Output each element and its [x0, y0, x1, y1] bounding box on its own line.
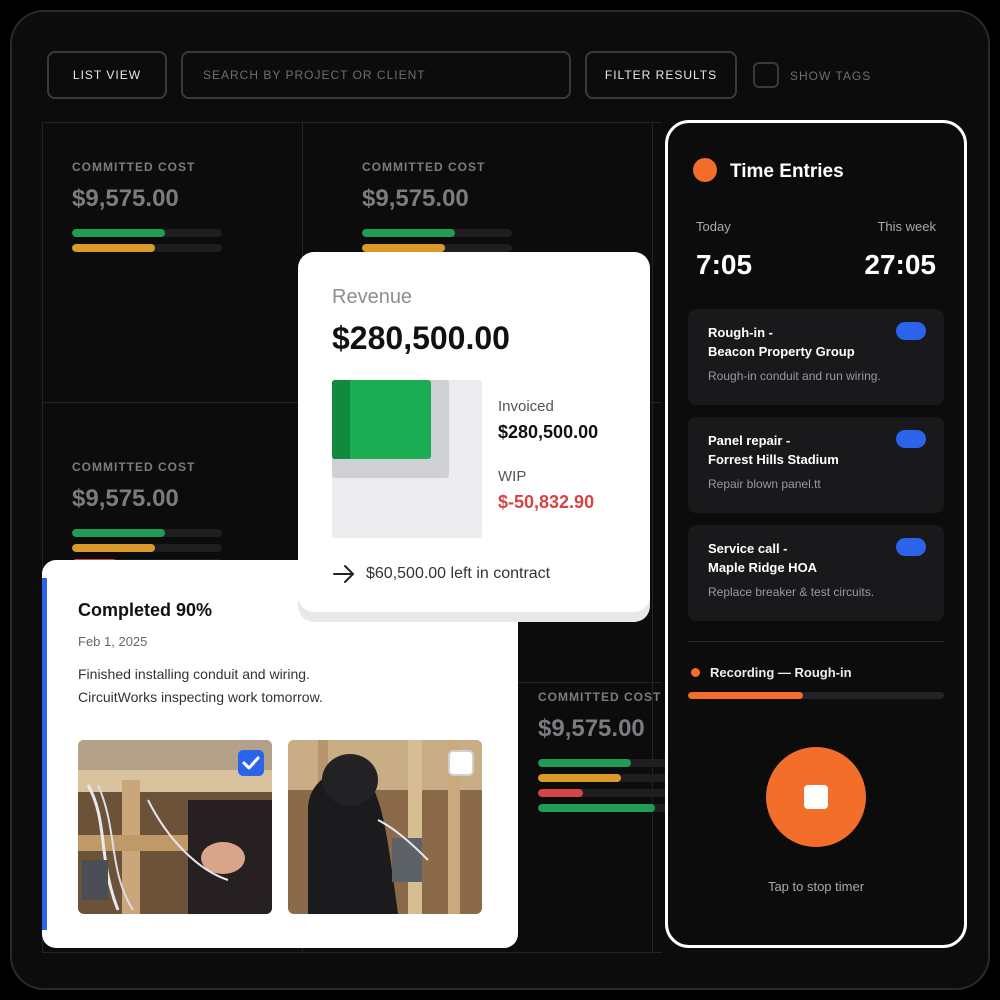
revenue-card[interactable]: Revenue $280,500.00 Invoiced $280,500.00… — [298, 252, 650, 612]
entry-description: Rough-in conduit and run wiring. — [708, 369, 881, 383]
cost-progress-bar — [72, 529, 222, 537]
list-view-label: LIST VIEW — [72, 68, 142, 82]
divider — [688, 641, 944, 642]
entry-type: Panel repair - — [708, 433, 791, 448]
week-total: 27:05 — [864, 249, 936, 280]
invoiced-value: $280,500.00 — [498, 422, 599, 442]
cost-progress-bar — [362, 244, 512, 252]
revenue-title: Revenue — [332, 286, 413, 308]
contract-remaining-text: $60,500.00 left in contract — [366, 565, 551, 582]
cost-progress-fill — [72, 529, 165, 537]
checkmark-icon — [242, 756, 260, 770]
cost-label: COMMITTED COST — [362, 160, 486, 174]
recording-dot-icon — [691, 668, 700, 677]
completed-note-line: Finished installing conduit and wiring. — [78, 666, 310, 682]
recording-progress — [688, 692, 944, 699]
filter-results-button[interactable]: FILTER RESULTS — [585, 51, 737, 99]
recording-progress-fill — [688, 692, 804, 699]
entry-toggle[interactable] — [896, 430, 926, 448]
completed-date: Feb 1, 2025 — [78, 634, 148, 649]
today-total: 7:05 — [696, 249, 753, 280]
photo-thumbnail[interactable] — [78, 740, 272, 914]
cost-progress-fill — [538, 774, 621, 782]
completed-note-line: CircuitWorks inspecting work tomorrow. — [78, 689, 323, 705]
time-entries-panel: Time Entries Today This week 7:05 27:05 … — [665, 120, 967, 948]
list-view-button[interactable]: LIST VIEW — [47, 51, 167, 99]
card-accent-bar — [42, 578, 47, 930]
entry-client: Beacon Property Group — [708, 344, 855, 359]
arrow-right-icon — [333, 565, 354, 583]
entry-client: Maple Ridge HOA — [708, 560, 818, 575]
entry-description: Repair blown panel.tt — [708, 477, 821, 491]
cost-progress-fill — [362, 244, 445, 252]
cost-progress-fill — [72, 229, 165, 237]
cost-card[interactable]: COMMITTED COST $9,575.00 — [72, 160, 222, 259]
cost-progress-fill — [72, 244, 155, 252]
status-dot-icon — [693, 158, 717, 182]
photo-checkbox-unchecked[interactable] — [448, 750, 474, 776]
entry-description: Replace breaker & test circuits. — [708, 585, 875, 599]
cost-label: COMMITTED COST — [72, 460, 196, 474]
wip-label: WIP — [498, 468, 527, 485]
cost-progress-fill — [72, 544, 155, 552]
cost-progress-bar — [72, 544, 222, 552]
time-entry-item[interactable]: Panel repair - Forrest Hills Stadium Repa… — [688, 417, 944, 513]
panel-title: Time Entries — [730, 161, 844, 182]
time-entry-item[interactable]: Rough-in - Beacon Property Group Rough-in… — [688, 309, 944, 405]
cost-amount: $9,575.00 — [362, 185, 469, 212]
completed-title: Completed 90% — [78, 600, 213, 620]
search-field[interactable] — [181, 51, 571, 99]
cost-bars — [362, 229, 512, 252]
entry-type: Service call - — [708, 541, 788, 556]
cost-progress-bar — [72, 229, 222, 237]
photo-checkbox-checked[interactable] — [238, 750, 264, 776]
time-entry-item[interactable]: Service call - Maple Ridge HOA Replace br… — [688, 525, 944, 621]
entry-client: Forrest Hills Stadium — [708, 452, 839, 467]
cost-progress-bar — [72, 244, 222, 252]
show-tags-checkbox[interactable] — [753, 62, 779, 88]
recording-label: Recording — Rough-in — [710, 665, 852, 680]
stop-timer-hint: Tap to stop timer — [767, 879, 865, 894]
cost-amount: $9,575.00 — [72, 185, 179, 212]
revenue-treemap — [332, 380, 482, 538]
stop-timer-button[interactable] — [766, 747, 866, 847]
search-input[interactable] — [203, 68, 569, 82]
entry-toggle[interactable] — [896, 322, 926, 340]
cost-progress-fill — [538, 804, 655, 812]
week-label: This week — [877, 219, 936, 234]
cost-progress-fill — [538, 789, 583, 797]
cost-label: COMMITTED COST — [72, 160, 196, 174]
filter-results-label: FILTER RESULTS — [604, 68, 718, 82]
revenue-amount: $280,500.00 — [332, 320, 510, 356]
treemap-dark-strip — [332, 380, 350, 459]
cost-card[interactable]: COMMITTED COST $9,575.00 — [72, 460, 222, 574]
cost-progress-bar — [362, 229, 512, 237]
show-tags-label: SHOW TAGS — [790, 69, 872, 83]
cost-bars — [72, 229, 222, 252]
today-label: Today — [696, 219, 731, 234]
cost-amount: $9,575.00 — [72, 485, 179, 512]
invoiced-label: Invoiced — [498, 398, 554, 415]
completed-update-card[interactable]: Completed 90% Feb 1, 2025 Finished insta… — [42, 560, 518, 948]
photo-thumbnail[interactable] — [288, 740, 482, 914]
cost-progress-fill — [538, 759, 631, 767]
cost-progress-fill — [362, 229, 455, 237]
cost-card[interactable]: COMMITTED COST $9,575.00 — [362, 160, 512, 259]
wip-value: $-50,832.90 — [498, 492, 595, 512]
entry-toggle[interactable] — [896, 538, 926, 556]
stop-icon — [804, 785, 828, 809]
entry-type: Rough-in - — [708, 325, 773, 340]
contract-remaining[interactable]: $60,500.00 left in contract — [332, 564, 550, 584]
app-frame: LIST VIEW FILTER RESULTS SHOW TAGS COMMI… — [10, 10, 990, 990]
